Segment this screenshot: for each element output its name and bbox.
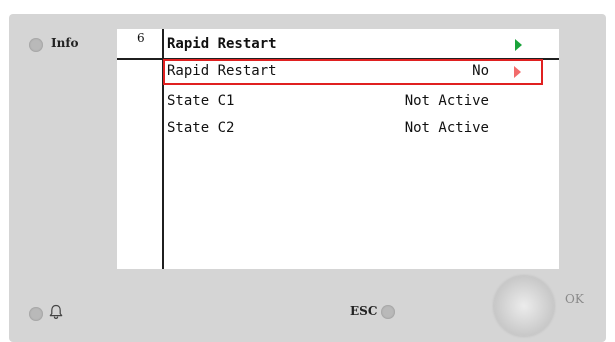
info-led[interactable]	[29, 38, 43, 52]
menu-row-state-c1[interactable]: State C1 Not Active	[163, 89, 559, 115]
alarm-led[interactable]	[29, 307, 43, 321]
info-label: Info	[51, 36, 79, 50]
title-arrow-icon[interactable]	[515, 39, 522, 51]
row-label: Rapid Restart	[167, 63, 277, 79]
bell-icon	[49, 304, 63, 320]
page-title: Rapid Restart	[167, 36, 277, 52]
row-value: No	[472, 63, 489, 79]
row-arrow-icon[interactable]	[514, 66, 521, 78]
menu-row-rapid-restart[interactable]: Rapid Restart No	[163, 59, 543, 85]
esc-button[interactable]	[381, 305, 395, 319]
menu-row-state-c2[interactable]: State C2 Not Active	[163, 116, 559, 142]
ok-knob[interactable]	[494, 276, 554, 336]
esc-label: ESC	[350, 304, 378, 318]
row-label: State C1	[167, 93, 235, 109]
page-number: 6	[137, 31, 145, 45]
row-value: Not Active	[404, 120, 489, 136]
row-label: State C2	[167, 120, 235, 136]
ok-label: OK	[565, 292, 584, 306]
row-value: Not Active	[404, 93, 489, 109]
